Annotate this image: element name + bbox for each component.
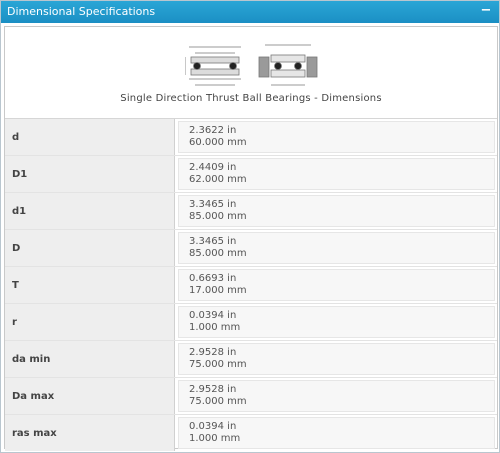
table-row: da min 2.9528 in 75.000 mm: [5, 340, 497, 377]
dimension-label: da min: [5, 341, 175, 377]
table-row: ras max 0.0394 in 1.000 mm: [5, 414, 497, 451]
dimension-value: 2.9528 in 75.000 mm: [178, 343, 495, 375]
dimension-label: r: [5, 304, 175, 340]
value-millimeters: 85.000 mm: [189, 248, 247, 259]
value-millimeters: 60.000 mm: [189, 137, 247, 148]
value-millimeters: 1.000 mm: [189, 433, 241, 444]
table-row: Da max 2.9528 in 75.000 mm: [5, 377, 497, 414]
dimension-label: d1: [5, 193, 175, 229]
value-inches: 0.0394 in: [189, 310, 237, 321]
specifications-content: Single Direction Thrust Ball Bearings - …: [4, 26, 498, 451]
value-millimeters: 85.000 mm: [189, 211, 247, 222]
value-millimeters: 17.000 mm: [189, 285, 247, 296]
value-inches: 2.3622 in: [189, 125, 237, 136]
table-row: D 3.3465 in 85.000 mm: [5, 229, 497, 266]
table-row: D1 2.4409 in 62.000 mm: [5, 155, 497, 192]
table-row: d1 3.3465 in 85.000 mm: [5, 192, 497, 229]
table-row: r 0.0394 in 1.000 mm: [5, 303, 497, 340]
dimension-label: ras max: [5, 415, 175, 451]
dimension-value: 0.6693 in 17.000 mm: [178, 269, 495, 301]
panel-header: Dimensional Specifications −: [1, 1, 499, 23]
dimension-value: 0.0394 in 1.000 mm: [178, 306, 495, 338]
dimension-value: 2.3622 in 60.000 mm: [178, 121, 495, 153]
thrust-bearing-diagram: [185, 44, 318, 86]
dimensional-specifications-panel: Dimensional Specifications − Single Dire…: [0, 0, 500, 453]
collapse-button[interactable]: −: [479, 1, 493, 23]
dimension-label: d: [5, 119, 175, 155]
value-millimeters: 75.000 mm: [189, 396, 247, 407]
dimension-value: 2.4409 in 62.000 mm: [178, 158, 495, 190]
dimension-value: 3.3465 in 85.000 mm: [178, 232, 495, 264]
dimension-label: T: [5, 267, 175, 303]
bearing-diagram-area: Single Direction Thrust Ball Bearings - …: [5, 27, 497, 119]
value-millimeters: 1.000 mm: [189, 322, 241, 333]
dimension-value: 3.3465 in 85.000 mm: [178, 195, 495, 227]
dimension-label: Da max: [5, 378, 175, 414]
value-inches: 2.4409 in: [189, 162, 237, 173]
table-row: d 2.3622 in 60.000 mm: [5, 119, 497, 155]
dimension-label: D: [5, 230, 175, 266]
table-row: T 0.6693 in 17.000 mm: [5, 266, 497, 303]
value-inches: 3.3465 in: [189, 236, 237, 247]
value-inches: 0.6693 in: [189, 273, 237, 284]
panel-title: Dimensional Specifications: [7, 5, 156, 18]
value-millimeters: 62.000 mm: [189, 174, 247, 185]
dimension-label: D1: [5, 156, 175, 192]
dimensions-table: d 2.3622 in 60.000 mm D1 2.4409 in 62.00…: [5, 119, 497, 451]
value-millimeters: 75.000 mm: [189, 359, 247, 370]
dimension-value: 2.9528 in 75.000 mm: [178, 380, 495, 412]
value-inches: 3.3465 in: [189, 199, 237, 210]
dimension-value: 0.0394 in 1.000 mm: [178, 417, 495, 449]
value-inches: 2.9528 in: [189, 384, 237, 395]
diagram-caption: Single Direction Thrust Ball Bearings - …: [120, 93, 382, 104]
value-inches: 0.0394 in: [189, 421, 237, 432]
value-inches: 2.9528 in: [189, 347, 237, 358]
